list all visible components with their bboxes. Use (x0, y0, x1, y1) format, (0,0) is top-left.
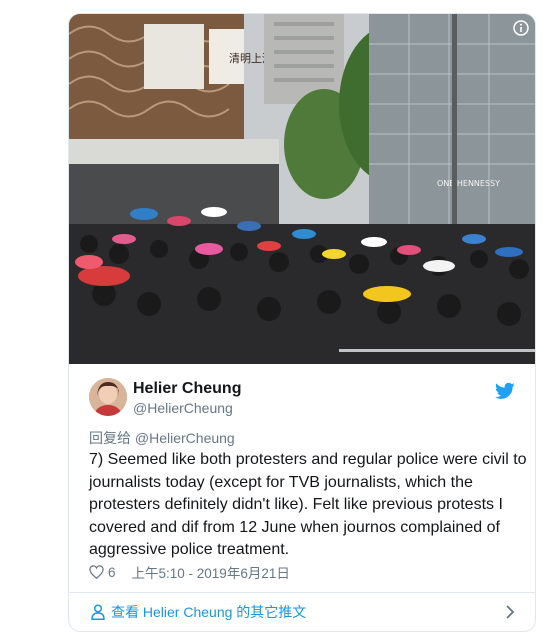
twitter-bird-icon[interactable] (495, 382, 515, 400)
reply-handle-link[interactable]: @HelierCheung (135, 430, 235, 446)
avatar-image (89, 378, 127, 416)
person-icon (91, 604, 105, 620)
like-count[interactable]: 6 (108, 565, 116, 580)
tweet-text: 7) Seemed like both protesters and regul… (89, 451, 527, 558)
tweet-header: Helier Cheung @HelierCheung (69, 364, 535, 430)
avatar[interactable] (89, 378, 127, 416)
heart-icon[interactable] (89, 565, 104, 579)
tweet-timestamp[interactable]: 上午5:10 - 2019年6月21日 (132, 562, 290, 582)
chevron-right-icon (506, 605, 514, 619)
tweet-meta: 6 上午5:10 - 2019年6月21日 (89, 562, 290, 582)
reply-prefix: 回复给 (89, 430, 131, 446)
view-more-label: 查看 Helier Cheung 的其它推文 (111, 604, 307, 620)
reply-context: 回复给 @HelierCheung (89, 428, 235, 448)
info-icon[interactable] (513, 20, 529, 36)
view-more-tweets-link[interactable]: 查看 Helier Cheung 的其它推文 (69, 593, 535, 631)
tweet-photo[interactable]: 清明上河圖 ONE HENNESSY (69, 14, 535, 364)
protest-crowd-image: 清明上河圖 ONE HENNESSY (69, 14, 535, 364)
author-handle[interactable]: @HelierCheung (133, 400, 233, 416)
author-name[interactable]: Helier Cheung (133, 380, 241, 398)
building-sign: ONE HENNESSY (437, 179, 500, 188)
tweet-card: 清明上河圖 ONE HENNESSY Helier Cheung @Helier… (68, 13, 536, 632)
